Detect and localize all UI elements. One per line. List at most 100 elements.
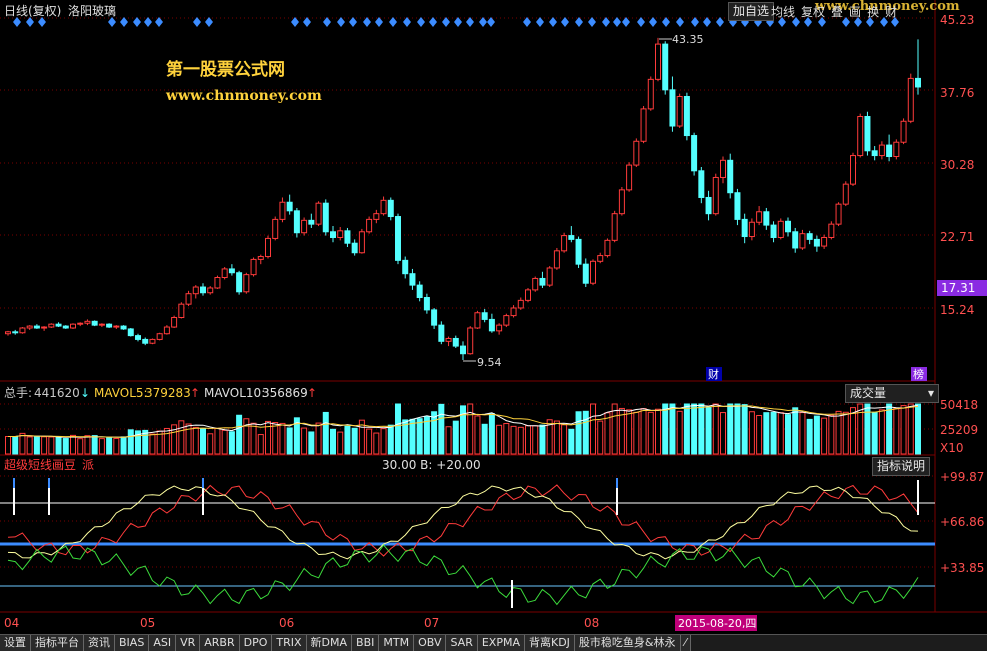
indicator-help-button[interactable]: 指标说明 [872, 457, 931, 476]
tab-asi[interactable]: ASI [149, 635, 177, 651]
tab-indicator-platform[interactable]: 指标平台 [31, 635, 84, 651]
volume-bar [503, 423, 510, 455]
volume-bar [351, 427, 358, 455]
candle-body [171, 317, 178, 328]
candle-body [286, 201, 293, 212]
candle-body [662, 43, 669, 91]
menu-finance[interactable]: 财 [885, 3, 897, 20]
candle-body [590, 260, 596, 284]
candle-body [344, 230, 351, 244]
tab-vr[interactable]: VR [176, 635, 201, 651]
candle-body [214, 277, 221, 289]
candle-body [163, 326, 170, 335]
volume-bar [127, 429, 134, 455]
candle-body [91, 320, 98, 326]
tab-dpo[interactable]: DPO [239, 635, 273, 651]
volume-bar [517, 426, 524, 455]
candle-body [806, 233, 813, 240]
volume-bar [366, 428, 373, 455]
menu-adjust[interactable]: 复权 [801, 3, 825, 20]
high-price-label: 43.35 [672, 33, 704, 46]
volume-bar [257, 434, 264, 455]
volume-bar [864, 403, 871, 455]
dropdown-caret-icon: ▾ [927, 386, 934, 400]
menu-overlay[interactable]: 叠 [831, 3, 843, 20]
volume-bar [214, 427, 221, 455]
candle-body [893, 141, 900, 158]
tab-arbr[interactable]: ARBR [200, 635, 240, 651]
volume-bar [871, 411, 878, 455]
tab-settings[interactable]: 设置 [0, 635, 31, 651]
volume-bar [878, 409, 885, 455]
tab-obv[interactable]: OBV [414, 635, 447, 651]
candle-body [568, 235, 575, 240]
tab-expma[interactable]: EXPMA [477, 635, 525, 651]
candle-body [553, 250, 560, 269]
volume-bar [510, 425, 517, 455]
mavol10-value: 356869 [262, 386, 308, 400]
candle-body [366, 218, 373, 233]
candle-body [496, 324, 503, 332]
menu-switch[interactable]: 换 [867, 3, 879, 20]
candle-body [207, 287, 214, 294]
candle-body [886, 144, 893, 158]
candle-body [842, 183, 849, 205]
cursor-date-label: 2015-08-20,四 [678, 617, 756, 630]
volume-bar [474, 415, 481, 455]
volume-indicator-dropdown[interactable]: 成交量 ▾ [845, 384, 939, 403]
month-label: 05 [140, 616, 155, 630]
volume-bar [286, 427, 293, 455]
price-tick: 45.23 [940, 13, 974, 27]
volume-bar [431, 411, 438, 455]
tab-mtm[interactable]: MTM [379, 635, 415, 651]
volume-bar [19, 432, 26, 455]
tab-bias[interactable]: BIAS [115, 635, 150, 651]
volume-bar [553, 420, 560, 455]
month-label: 07 [424, 616, 439, 630]
candle-body [683, 95, 690, 137]
menu-draw[interactable]: 画 [849, 3, 861, 20]
add-watchlist-button[interactable]: 加自选 [728, 2, 775, 21]
period-label[interactable]: 日线(复权) [4, 4, 61, 18]
tab-news[interactable]: 资讯 [84, 635, 115, 651]
tab-bbi[interactable]: BBI [352, 635, 380, 651]
volume-axis-tick: 50418 [940, 398, 978, 412]
candle-body [423, 297, 430, 311]
tab-custom-formula[interactable]: 股市稳吃鱼身&林永 [574, 635, 681, 651]
tab-sar[interactable]: SAR [446, 635, 478, 651]
volume-bar [221, 429, 228, 455]
volume-bar [597, 420, 604, 455]
candle-body [770, 224, 777, 238]
volume-bar [207, 433, 214, 455]
candle-body [582, 263, 589, 284]
candle-body [748, 221, 755, 238]
mavol10-label: MAVOL10: [204, 386, 265, 400]
tab-divergence-kdj[interactable]: 背离KDJ [524, 635, 575, 651]
menu-ma[interactable]: 均线 [771, 3, 795, 20]
tab-new-dma[interactable]: 新DMA [306, 635, 353, 651]
volume-bar [62, 438, 69, 455]
volume-bar [301, 427, 308, 455]
volume-bar [900, 405, 907, 455]
tab-more[interactable]: ⁄ [680, 635, 692, 651]
candle-body [799, 233, 806, 249]
volume-bar [445, 426, 452, 455]
candle-body [192, 286, 199, 295]
volume-bar [70, 434, 76, 455]
volume-bar [813, 415, 820, 455]
volume-bar [178, 420, 185, 455]
candle-body [864, 116, 871, 152]
volume-bar [467, 403, 474, 455]
candle-body [12, 331, 19, 334]
volume-bar [488, 413, 495, 455]
month-label: 08 [584, 616, 599, 630]
candle-body [633, 140, 640, 166]
candle-body [373, 213, 380, 220]
candle-body [127, 328, 134, 337]
candle-body [257, 256, 264, 260]
volume-bar [77, 438, 84, 455]
volume-bar [106, 436, 113, 455]
tab-trix[interactable]: TRIX [272, 635, 307, 651]
candle-body [62, 325, 69, 329]
candle-body [185, 293, 192, 305]
